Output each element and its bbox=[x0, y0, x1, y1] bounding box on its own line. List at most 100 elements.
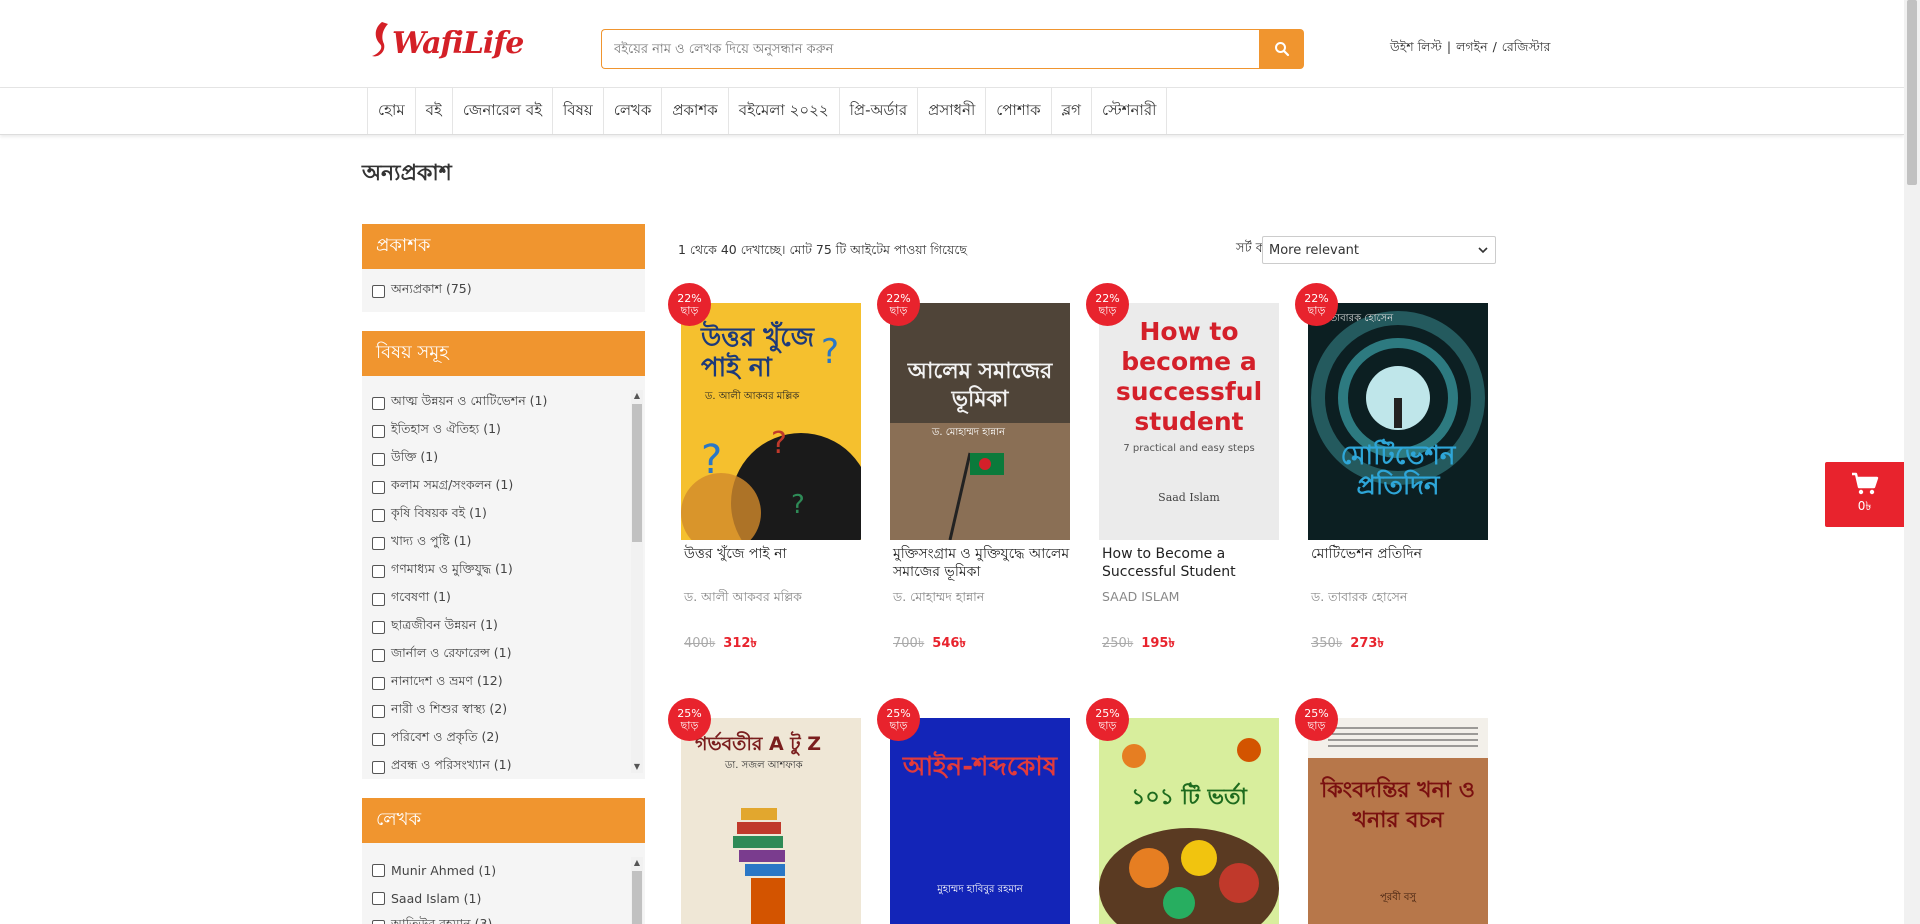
checkbox[interactable] bbox=[372, 592, 385, 606]
book-title[interactable]: How to Become a Successful Student bbox=[1102, 545, 1287, 581]
nav-book-fair[interactable]: বইমেলা ২০২২ bbox=[729, 88, 840, 134]
authors-scrollbar[interactable]: ▲ bbox=[631, 857, 643, 924]
register-link[interactable]: রেজিস্টার bbox=[1502, 39, 1551, 59]
nav-cosmetics[interactable]: প্রসাধনী bbox=[918, 88, 987, 134]
nav-subjects[interactable]: বিষয় bbox=[553, 88, 604, 134]
checkbox[interactable] bbox=[372, 508, 385, 522]
checkbox[interactable] bbox=[372, 452, 385, 466]
book-cover[interactable]: গর্ভবতীর A টু Z ডা. সজল আশফাক bbox=[681, 718, 861, 924]
checkbox[interactable] bbox=[372, 891, 385, 905]
product-card[interactable]: 25% ছাড় আইন-শব্দকোষ মুহাম্মদ হাবিবুর রহম… bbox=[877, 698, 1070, 924]
subject-filter-item[interactable]: আত্ম উন্নয়ন ও মোটিভেশন (1) bbox=[362, 389, 645, 417]
publisher-filter-item[interactable]: অন্যপ্রকাশ (75) bbox=[362, 277, 645, 305]
product-card[interactable]: 22% ছাড় How to become a successful stude… bbox=[1086, 283, 1279, 663]
book-author[interactable]: ড. মোহাম্মদ হান্নান bbox=[893, 589, 984, 609]
subject-filter-item[interactable]: প্রবন্ধ ও পরিসংখ্যান (1) bbox=[362, 753, 645, 781]
nav-authors[interactable]: লেখক bbox=[604, 88, 663, 134]
nav-publishers[interactable]: প্রকাশক bbox=[662, 88, 729, 134]
checkbox[interactable] bbox=[372, 536, 385, 550]
book-author[interactable]: ড. তাবারক হোসেন bbox=[1311, 589, 1407, 609]
site-header: WafiLife উইশ লিস্ট | লগইন / রেজিস্টার bbox=[0, 0, 1904, 88]
book-cover[interactable]: ? ? ? ? উত্তর খুঁজে পাই না ড. আলী আকবর ম… bbox=[681, 303, 861, 540]
subject-filter-item[interactable]: নারী ও শিশুর স্বাস্থ্য (2) bbox=[362, 697, 645, 725]
checkbox[interactable] bbox=[372, 284, 385, 298]
book-title[interactable]: উত্তর খুঁজে পাই না bbox=[684, 545, 869, 563]
nav-books[interactable]: বই bbox=[416, 88, 453, 134]
checkbox[interactable] bbox=[372, 648, 385, 662]
scrollbar-thumb[interactable] bbox=[632, 404, 642, 542]
subject-filter-item[interactable]: জার্নাল ও রেফারেন্স (1) bbox=[362, 641, 645, 669]
sort-select[interactable]: More relevant bbox=[1262, 236, 1496, 264]
checkbox[interactable] bbox=[372, 760, 385, 774]
page-scrollbar[interactable] bbox=[1904, 0, 1920, 924]
author-filter-item[interactable]: Saad Islam (1) bbox=[362, 884, 645, 912]
subject-filter-item[interactable]: নানাদেশ ও ভ্রমণ (12) bbox=[362, 669, 645, 697]
product-card[interactable]: 25% ছাড় কিংবদন্তির খনা ও খনার বচন পূরবী … bbox=[1295, 698, 1488, 924]
book-title[interactable]: মুক্তিসংগ্রাম ও মুক্তিযুদ্ধে আলেম সমাজের… bbox=[893, 545, 1078, 581]
checkbox[interactable] bbox=[372, 564, 385, 578]
page-scrollbar-thumb[interactable] bbox=[1907, 0, 1917, 185]
product-card[interactable]: 25% ছাড় ১০১ টি ভর্তা bbox=[1086, 698, 1279, 924]
book-title[interactable]: মোটিভেশন প্রতিদিন bbox=[1311, 545, 1496, 563]
product-card[interactable]: 22% ছাড় ? ? ? ? উত্তর খুঁজে পাই না ড. আল… bbox=[668, 283, 861, 663]
book-cover[interactable]: ১০১ টি ভর্তা bbox=[1099, 718, 1279, 924]
checkbox[interactable] bbox=[372, 620, 385, 634]
book-cover[interactable]: How to become a successful student 7 pra… bbox=[1099, 303, 1279, 540]
author-filter-item[interactable]: Munir Ahmed (1) bbox=[362, 856, 645, 884]
subject-filter-item[interactable]: কলাম সমগ্র/সংকলন (1) bbox=[362, 473, 645, 501]
subject-filter-item[interactable]: পরিবেশ ও প্রকৃতি (2) bbox=[362, 725, 645, 753]
nav-blog[interactable]: ব্লগ bbox=[1052, 88, 1092, 134]
scrollbar-thumb[interactable] bbox=[632, 871, 642, 924]
scroll-down-icon[interactable]: ▼ bbox=[631, 761, 643, 773]
nav-clothing[interactable]: পোশাক bbox=[986, 88, 1052, 134]
checkbox[interactable] bbox=[372, 480, 385, 494]
subject-filter-item[interactable]: খাদ্য ও পুষ্টি (1) bbox=[362, 529, 645, 557]
login-link[interactable]: লগইন bbox=[1456, 39, 1487, 59]
nav-home[interactable]: হোম bbox=[368, 88, 416, 134]
book-cover[interactable]: আইন-শব্দকোষ মুহাম্মদ হাবিবুর রহমান bbox=[890, 718, 1070, 924]
checkbox[interactable] bbox=[372, 396, 385, 410]
wishlist-link[interactable]: উইশ লিস্ট bbox=[1390, 39, 1442, 59]
site-logo[interactable]: WafiLife bbox=[368, 16, 524, 70]
floating-cart-button[interactable]: 0৳ bbox=[1825, 462, 1904, 527]
nav-pre-order[interactable]: প্রি-অর্ডার bbox=[840, 88, 919, 134]
cover-subtitle: 7 practical and easy steps bbox=[1123, 443, 1255, 454]
filter-label: আত্ম উন্নয়ন ও মোটিভেশন (1) bbox=[391, 393, 548, 408]
scroll-up-icon[interactable]: ▲ bbox=[631, 390, 643, 402]
subject-filter-item[interactable]: ছাত্রজীবন উন্নয়ন (1) bbox=[362, 613, 645, 641]
checkbox[interactable] bbox=[372, 732, 385, 746]
subjects-scrollbar[interactable]: ▲ ▼ bbox=[631, 390, 643, 773]
book-author[interactable]: ড. আলী আকবর মল্লিক bbox=[684, 589, 802, 609]
book-cover[interactable]: কিংবদন্তির খনা ও খনার বচন পূরবী বসু bbox=[1308, 718, 1488, 924]
author-filter-item[interactable]: আতিউর রহমান (3) bbox=[362, 912, 645, 924]
publisher-filter-list: অন্যপ্রকাশ (75) bbox=[362, 269, 645, 312]
old-price: 400৳ bbox=[684, 636, 716, 651]
checkbox[interactable] bbox=[372, 919, 385, 924]
scroll-up-icon[interactable]: ▲ bbox=[631, 857, 643, 869]
search-button[interactable] bbox=[1259, 29, 1304, 69]
subject-filter-item[interactable]: গবেষণা (1) bbox=[362, 585, 645, 613]
new-price: 312৳ bbox=[723, 636, 757, 651]
book-cover[interactable]: আলেম সমাজের ভূমিকা ড. মোহাম্মদ হান্নান bbox=[890, 303, 1070, 540]
checkbox[interactable] bbox=[372, 863, 385, 877]
product-card[interactable]: 25% ছাড় গর্ভবতীর A টু Z ডা. সজল আশফাক bbox=[668, 698, 861, 924]
filter-label: গণমাধ্যম ও মুক্তিযুদ্ধ (1) bbox=[391, 561, 513, 576]
book-author[interactable]: SAAD ISLAM bbox=[1102, 589, 1179, 604]
product-card[interactable]: 22% ছাড় ড. তাবারক হোসেন মোটিভেশন প্রতিদি… bbox=[1295, 283, 1488, 663]
search-input[interactable] bbox=[601, 29, 1259, 69]
subject-filter-item[interactable]: গণমাধ্যম ও মুক্তিযুদ্ধ (1) bbox=[362, 557, 645, 585]
checkbox[interactable] bbox=[372, 676, 385, 690]
subject-filter-item[interactable]: কৃষি বিষয়ক বই (1) bbox=[362, 501, 645, 529]
nav-stationery[interactable]: স্টেশনারী bbox=[1092, 88, 1168, 134]
subject-filter-item[interactable]: উক্তি (1) bbox=[362, 445, 645, 473]
discount-badge: 22% ছাড় bbox=[1295, 283, 1338, 326]
shopping-cart-icon bbox=[1851, 472, 1878, 494]
product-card[interactable]: 22% ছাড় আলেম সমাজের ভূমিকা ড. মোহাম্মদ হ… bbox=[877, 283, 1070, 663]
nav-general-books[interactable]: জেনারেল বই bbox=[453, 88, 553, 134]
checkbox[interactable] bbox=[372, 424, 385, 438]
checkbox[interactable] bbox=[372, 704, 385, 718]
book-cover[interactable]: ড. তাবারক হোসেন মোটিভেশন প্রতিদিন bbox=[1308, 303, 1488, 540]
filter-label: পরিবেশ ও প্রকৃতি (2) bbox=[391, 729, 500, 744]
subjects-filter-list: আত্ম উন্নয়ন ও মোটিভেশন (1) ইতিহাস ও ঐতি… bbox=[362, 376, 645, 779]
subject-filter-item[interactable]: ইতিহাস ও ঐতিহ্য (1) bbox=[362, 417, 645, 445]
